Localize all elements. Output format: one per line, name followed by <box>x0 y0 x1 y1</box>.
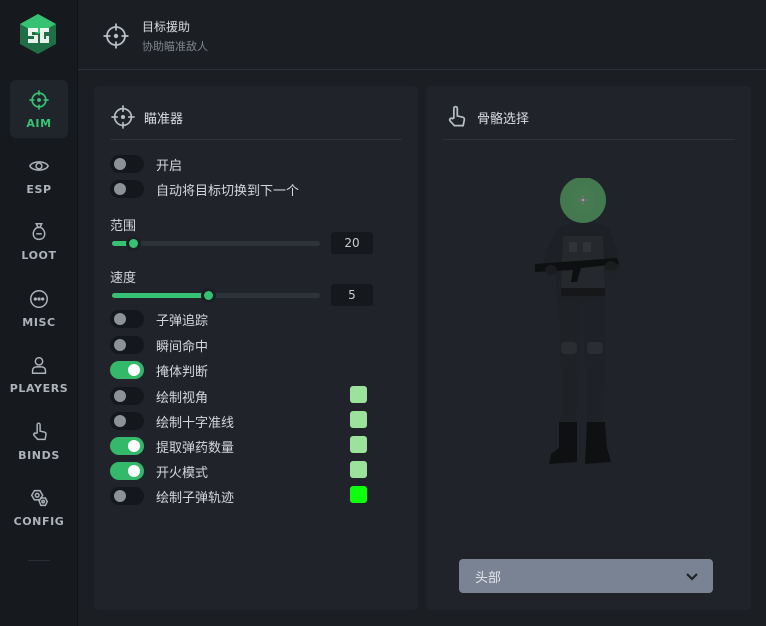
page-title: 目标援助 <box>142 20 191 34</box>
bone-select-dropdown[interactable]: 头部 <box>459 559 713 593</box>
bullet-tracer-toggle[interactable] <box>110 487 144 505</box>
toggle-knob <box>114 313 126 325</box>
toggle-knob <box>114 158 126 170</box>
bullet-tracer-color-swatch[interactable] <box>350 486 367 503</box>
fire-mode-label: 开火模式 <box>156 465 209 481</box>
nav-binds[interactable]: BINDS <box>10 412 68 470</box>
pointer-hand-icon <box>448 105 466 127</box>
nav-players-label: PLAYERS <box>9 381 69 395</box>
crosshair-icon <box>103 23 129 49</box>
soldier-skeleton-preview <box>535 178 621 464</box>
sidebar-divider <box>28 560 50 561</box>
nav-loot-label: LOOT <box>21 248 57 262</box>
range-slider-label: 范围 <box>110 219 137 234</box>
toggle-row-instant-hit: 瞬间命中 <box>110 335 370 355</box>
divider <box>443 139 735 140</box>
ammo-count-toggle[interactable] <box>110 437 144 455</box>
nav-loot[interactable]: LOOT <box>10 212 68 270</box>
range-slider[interactable] <box>112 236 320 251</box>
speed-value[interactable]: 5 <box>331 284 373 306</box>
enable-label: 开启 <box>156 158 183 174</box>
toggle-row-bullet-track: 子弹追踪 <box>110 309 370 329</box>
draw-crosshair-color-swatch[interactable] <box>350 411 367 428</box>
nav-misc[interactable]: MISC <box>10 279 68 337</box>
slider-thumb[interactable] <box>125 236 141 251</box>
sidebar: AIM ESP LOOT MISC PLAYERS BINDS CONFIG <box>0 0 78 626</box>
toggle-row-draw-fov: 绘制视角 <box>110 386 370 406</box>
draw-crosshair-label: 绘制十字准线 <box>156 415 235 431</box>
toggle-knob <box>114 183 126 195</box>
aim-panel-title: 瞄准器 <box>144 111 184 127</box>
nav-aim[interactable]: AIM <box>10 80 68 138</box>
toggle-row-fire-mode: 开火模式 <box>110 461 370 481</box>
speed-slider[interactable] <box>112 288 320 303</box>
pointer-hand-icon <box>33 422 47 440</box>
auto-switch-label: 自动将目标切换到下一个 <box>156 183 300 199</box>
nav-binds-label: BINDS <box>18 448 60 462</box>
nav-players[interactable]: PLAYERS <box>10 345 68 403</box>
toggle-row-enable: 开启 <box>110 154 370 174</box>
enable-toggle[interactable] <box>110 155 144 173</box>
toggle-knob <box>128 364 140 376</box>
toggle-knob <box>128 465 140 477</box>
nav-config-label: CONFIG <box>13 514 65 528</box>
eye-icon <box>29 160 49 171</box>
auto-switch-toggle[interactable] <box>110 180 144 198</box>
bone-panel: 骨骼选择 头部 <box>427 86 751 610</box>
ammo-count-color-swatch[interactable] <box>350 436 367 453</box>
toggle-row-cover-check: 掩体判断 <box>110 360 370 380</box>
cover-check-toggle[interactable] <box>110 361 144 379</box>
user-icon <box>31 356 47 374</box>
cover-check-label: 掩体判断 <box>156 364 209 380</box>
toggle-row-draw-crosshair: 绘制十字准线 <box>110 411 370 431</box>
toggle-knob <box>114 490 126 502</box>
nav-esp[interactable]: ESP <box>10 146 68 204</box>
bullet-track-label: 子弹追踪 <box>156 313 209 329</box>
nav-misc-label: MISC <box>22 315 56 329</box>
speed-slider-label: 速度 <box>110 271 137 286</box>
range-value[interactable]: 20 <box>331 232 373 254</box>
instant-hit-toggle[interactable] <box>110 336 144 354</box>
nav-esp-label: ESP <box>26 182 52 196</box>
toggle-row-bullet-tracer: 绘制子弹轨迹 <box>110 486 370 506</box>
chevron-down-icon <box>686 573 698 581</box>
page-header: 目标援助 协助瞄准敌人 <box>78 0 766 70</box>
toggle-row-auto-switch: 自动将目标切换到下一个 <box>110 179 370 199</box>
nav-config[interactable]: CONFIG <box>10 478 68 536</box>
fire-mode-toggle[interactable] <box>110 462 144 480</box>
bullet-track-toggle[interactable] <box>110 310 144 328</box>
instant-hit-label: 瞬间命中 <box>156 339 209 355</box>
draw-fov-label: 绘制视角 <box>156 390 209 406</box>
bone-panel-title: 骨骼选择 <box>477 111 530 127</box>
toggle-knob <box>114 339 126 351</box>
fire-mode-color-swatch[interactable] <box>350 461 367 478</box>
toggle-knob <box>128 440 140 452</box>
draw-crosshair-toggle[interactable] <box>110 412 144 430</box>
draw-fov-color-swatch[interactable] <box>350 386 367 403</box>
bullet-tracer-label: 绘制子弹轨迹 <box>156 490 235 506</box>
bone-panel-header: 骨骼选择 <box>443 102 529 132</box>
nav-aim-label: AIM <box>26 116 52 130</box>
aim-panel: 瞄准器 开启 自动将目标切换到下一个 范围 20 速度 5 子弹追踪 瞬间命中 … <box>94 86 418 610</box>
crosshair-icon <box>29 89 49 110</box>
toggle-row-ammo-count: 提取弹药数量 <box>110 436 370 456</box>
dots-circle-icon <box>30 289 48 308</box>
aim-panel-header: 瞄准器 <box>110 102 183 132</box>
draw-fov-toggle[interactable] <box>110 387 144 405</box>
crosshair-icon <box>111 105 135 129</box>
slider-fill <box>112 293 208 298</box>
ammo-count-label: 提取弹药数量 <box>156 440 235 456</box>
page-subtitle: 协助瞄准敌人 <box>142 40 208 53</box>
settings-icon <box>30 489 49 506</box>
toggle-knob <box>114 390 126 402</box>
divider <box>110 139 402 140</box>
app-logo <box>20 14 56 54</box>
slider-thumb[interactable] <box>200 288 216 303</box>
toggle-knob <box>114 415 126 427</box>
bag-icon <box>32 222 46 240</box>
bone-select-value: 头部 <box>475 570 502 586</box>
